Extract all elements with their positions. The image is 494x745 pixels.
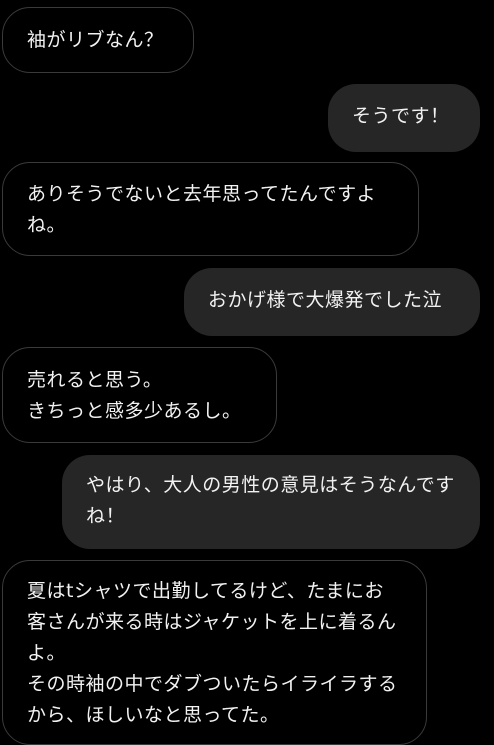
incoming-message[interactable]: 夏はtシャツで出勤してるけど、たまにお客さんが来る時はジャケットを上に着るんよ。… <box>2 560 427 745</box>
incoming-message[interactable]: 売れると思う。 きちっと感多少あるし。 <box>2 347 277 443</box>
message-thread: 袖がリブなん？ そうです！ ありそうでないと去年思ってたんですよね。 おかげ様で… <box>0 0 494 745</box>
incoming-message[interactable]: 袖がリブなん？ <box>2 7 194 73</box>
outgoing-message[interactable]: やはり、大人の男性の意見はそうなんですね！ <box>62 455 480 549</box>
incoming-message[interactable]: ありそうでないと去年思ってたんですよね。 <box>2 162 419 256</box>
outgoing-message[interactable]: おかげ様で大爆発でした泣 <box>184 268 480 336</box>
outgoing-message[interactable]: そうです！ <box>328 84 480 152</box>
